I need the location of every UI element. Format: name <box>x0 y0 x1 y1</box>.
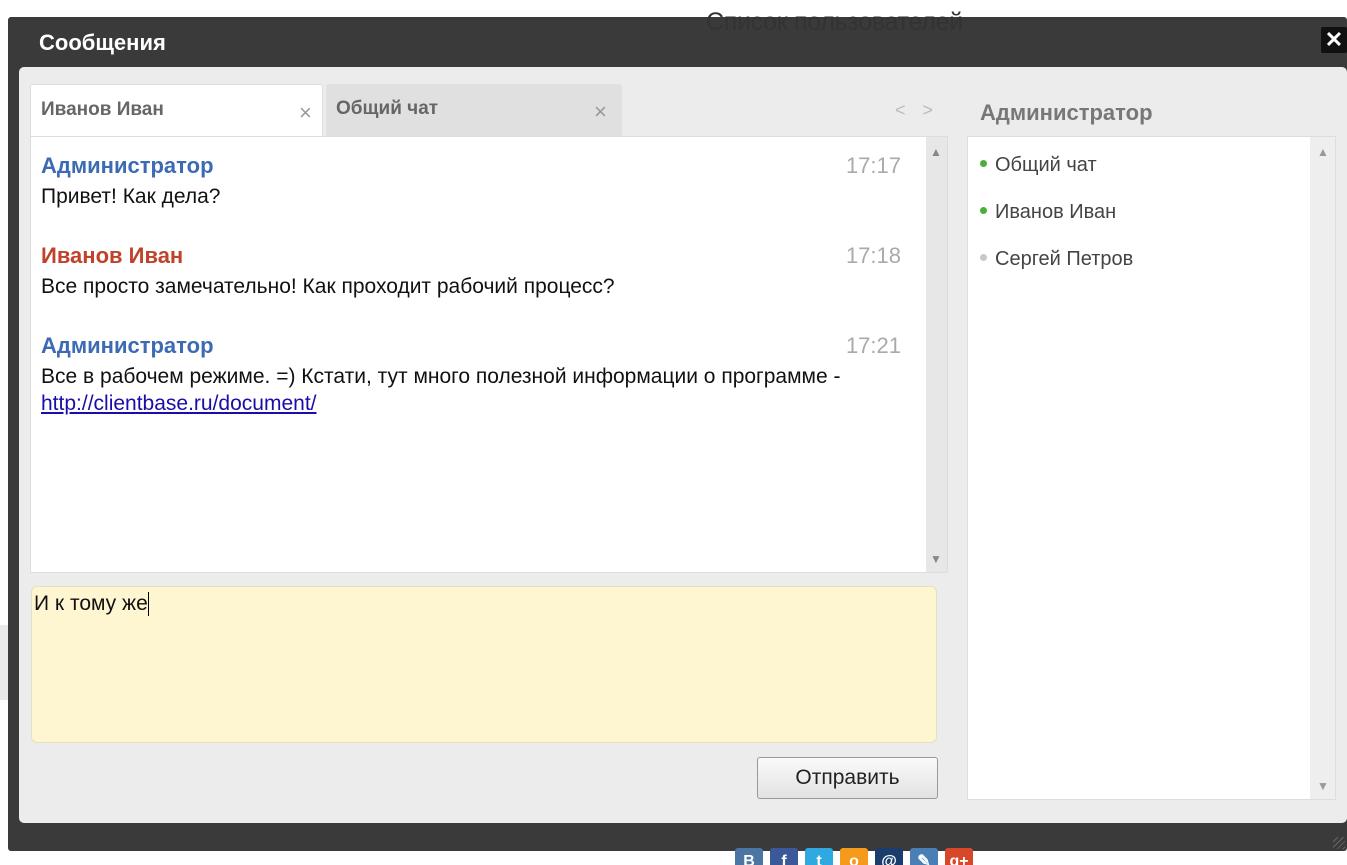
tab-general-chat[interactable]: Общий чат × <box>326 84 622 136</box>
close-icon[interactable]: ✕ <box>1321 27 1347 53</box>
odnoklassniki-icon[interactable]: о <box>840 848 868 865</box>
tab-label: Иванов Иван <box>41 99 164 120</box>
message: Администратор 17:17 Привет! Как дела? <box>41 153 901 210</box>
user-item-general-chat[interactable]: Общий чат <box>980 154 1097 177</box>
message-author: Администратор <box>41 333 214 358</box>
message-list: Администратор 17:17 Привет! Как дела? Ив… <box>30 136 926 573</box>
message-author: Администратор <box>41 153 214 178</box>
tab-scroll-arrows[interactable]: < > <box>895 100 939 121</box>
message-time: 17:17 <box>845 153 901 178</box>
message-text-part: Все в рабочем режиме. =) Кстати, тут мно… <box>41 365 841 388</box>
facebook-icon[interactable]: f <box>770 848 798 865</box>
dialog-body: Иванов Иван × Общий чат × < > Администра… <box>19 67 1347 823</box>
close-tab-icon[interactable]: × <box>594 99 607 125</box>
message-author: Иванов Иван <box>41 243 184 268</box>
user-list: Общий чат Иванов Иван Сергей Петров <box>967 136 1310 800</box>
mailru-icon[interactable]: @ <box>875 848 903 865</box>
users-panel-title: Администратор <box>980 100 1153 125</box>
offline-status-icon <box>980 254 987 262</box>
scroll-up-icon[interactable]: ▲ <box>930 145 942 159</box>
message-text: Привет! Как дела? <box>41 185 221 208</box>
tab-ivanov[interactable]: Иванов Иван × <box>30 84 323 136</box>
tab-label: Общий чат <box>336 98 439 119</box>
message-time: 17:18 <box>845 243 901 268</box>
user-item-petrov[interactable]: Сергей Петров <box>980 248 1133 271</box>
overlay-title: Список пользователей <box>706 8 963 36</box>
close-tab-icon[interactable]: × <box>299 100 312 126</box>
message-time: 17:21 <box>845 333 901 358</box>
message-scrollbar[interactable]: ▲ ▼ <box>926 136 948 573</box>
text-caret <box>147 592 149 617</box>
user-name: Общий чат <box>995 154 1097 176</box>
message: Иванов Иван 17:18 Все просто замечательн… <box>41 243 901 300</box>
user-name: Сергей Петров <box>995 248 1134 270</box>
online-status-icon <box>980 160 987 168</box>
messages-dialog: Сообщения ✕ Иванов Иван × Общий чат × < … <box>8 17 1347 851</box>
background-strip <box>0 625 8 700</box>
message-text: Все в рабочем режиме. =) Кстати, тут мно… <box>41 363 901 417</box>
user-name: Иванов Иван <box>995 201 1117 223</box>
send-button[interactable]: Отправить <box>757 757 938 799</box>
message: Администратор 17:21 Все в рабочем режиме… <box>41 333 901 417</box>
message-input-value: И к тому же <box>34 592 148 615</box>
googleplus-icon[interactable]: g+ <box>945 848 973 865</box>
online-status-icon <box>980 207 987 215</box>
social-share-bar: Bf t о @ ✎ g+ <box>735 848 980 865</box>
vk-icon[interactable]: B <box>735 848 763 865</box>
user-list-scrollbar[interactable]: ▲ ▼ <box>1310 136 1336 800</box>
scroll-down-icon[interactable]: ▼ <box>930 552 942 566</box>
user-item-ivanov[interactable]: Иванов Иван <box>980 201 1116 224</box>
document-link[interactable]: http://clientbase.ru/document/ <box>41 392 317 415</box>
scroll-up-icon[interactable]: ▲ <box>1317 145 1329 159</box>
scroll-down-icon[interactable]: ▼ <box>1317 779 1329 793</box>
resize-grip-icon[interactable] <box>1333 837 1345 849</box>
message-input[interactable]: И к тому же <box>31 586 937 743</box>
dialog-title: Сообщения <box>39 30 166 55</box>
twitter-icon[interactable]: t <box>805 848 833 865</box>
livejournal-icon[interactable]: ✎ <box>910 848 938 865</box>
message-text: Все просто замечательно! Как проходит ра… <box>41 275 615 298</box>
